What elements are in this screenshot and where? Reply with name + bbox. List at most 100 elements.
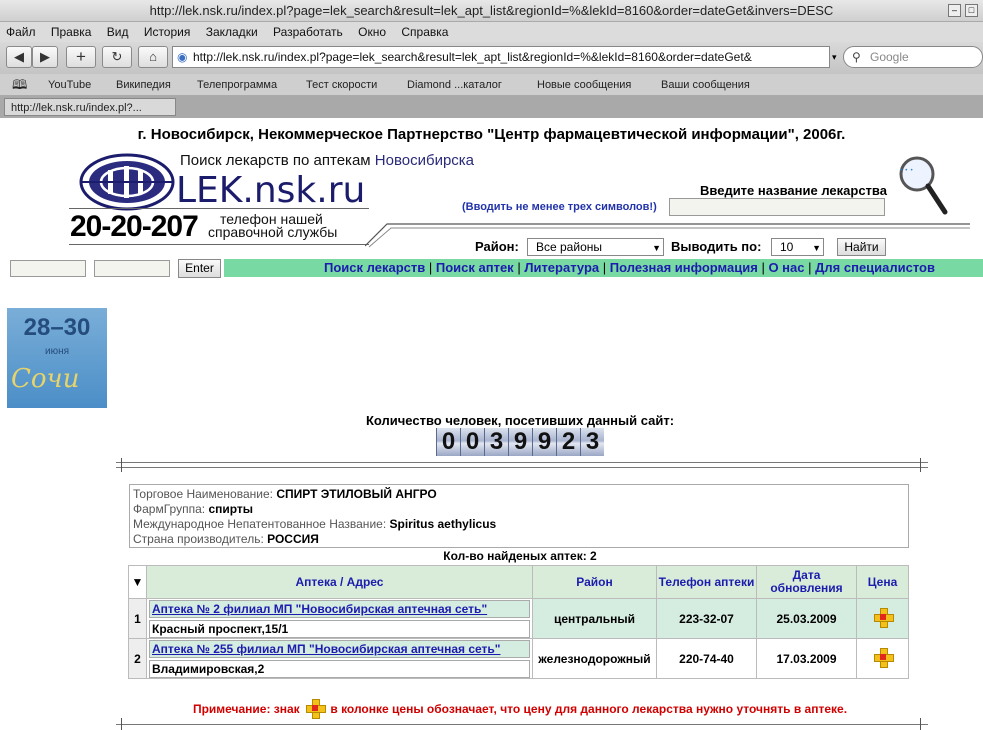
pharmacy-cell: Аптека № 2 филиал МП "Новосибирская апте…: [146, 598, 533, 639]
pharmacy-link[interactable]: Аптека № 255 филиал МП "Новосибирская ап…: [149, 639, 530, 658]
search-input[interactable]: ⚲ Google: [843, 46, 983, 68]
drug-label: Введите название лекарства: [700, 183, 887, 198]
back-button[interactable]: ◀: [6, 46, 32, 68]
drug-info-box: Торговое Наименование: СПИРТ ЭТИЛОВЫЙ АН…: [129, 484, 909, 548]
site-logo: [79, 153, 175, 211]
district-cell: центральный: [532, 598, 657, 639]
nav-separator: |: [428, 260, 433, 275]
menu-help[interactable]: Справка: [401, 25, 448, 39]
nav-about[interactable]: О нас: [768, 260, 804, 275]
reload-button[interactable]: ↻: [102, 46, 132, 68]
find-button[interactable]: Найти: [837, 238, 886, 256]
minimize-button[interactable]: –: [948, 4, 961, 17]
sort-toggle[interactable]: ▼: [128, 565, 147, 599]
nav-separator: |: [808, 260, 812, 275]
search-placeholder: Google: [870, 50, 909, 64]
price-note: Примечание: знак в колонке цены обознача…: [0, 699, 983, 719]
book-icon[interactable]: 🕮: [12, 74, 27, 96]
section-divider: [116, 462, 928, 463]
menu-develop[interactable]: Разработать: [273, 25, 343, 39]
visitor-counter-label: Количество человек, посетивших данный са…: [365, 413, 675, 428]
bookmarks-bar: 🕮 YouTube Википедия Телепрограмма Тест с…: [0, 74, 983, 96]
bookmark-your-messages[interactable]: Ваши сообщения: [661, 74, 750, 96]
sort-down-icon: ▼: [131, 574, 144, 589]
price-cross-icon[interactable]: [873, 648, 894, 668]
region-select[interactable]: Все районы ▼: [527, 238, 664, 256]
menu-history[interactable]: История: [144, 25, 191, 39]
plus-icon: +: [76, 47, 86, 66]
bookmark-speedtest[interactable]: Тест скорости: [306, 74, 377, 96]
per-page-select[interactable]: 10 ▼: [771, 238, 824, 256]
home-button[interactable]: ⌂: [138, 46, 168, 68]
price-cross-icon: [306, 699, 327, 719]
col-district[interactable]: Район: [532, 565, 657, 599]
price-cell: [856, 598, 909, 639]
pharm-group-row: ФармГруппа: спирты: [133, 502, 905, 517]
section-divider: [116, 724, 928, 725]
forward-arrow-icon: ▶: [40, 49, 50, 64]
found-count: Кол-во найденых аптек: 2: [443, 549, 597, 563]
bookmark-new-messages[interactable]: Новые сообщения: [537, 74, 631, 96]
trade-name-value: СПИРТ ЭТИЛОВЫЙ АНГРО: [276, 487, 437, 501]
price-cell: [856, 638, 909, 679]
password-input[interactable]: [94, 260, 170, 277]
zoom-button[interactable]: □: [965, 4, 978, 17]
country-value: РОССИЯ: [267, 532, 319, 546]
phone-cell: 220-74-40: [656, 638, 757, 679]
divider-tick: [920, 458, 921, 472]
event-banner[interactable]: 28–30 июня Сочи: [7, 308, 107, 408]
bookmark-wikipedia[interactable]: Википедия: [116, 74, 171, 96]
nav-useful-info[interactable]: Полезная информация: [610, 260, 758, 275]
bookmark-diamond[interactable]: Diamond ...каталог: [407, 74, 502, 96]
add-bookmark-button[interactable]: +: [66, 46, 96, 68]
trade-name-row: Торговое Наименование: СПИРТ ЭТИЛОВЫЙ АН…: [133, 487, 905, 502]
tab-current[interactable]: http://lek.nsk.ru/index.pl?...: [4, 98, 176, 116]
nav-specialists[interactable]: Для специалистов: [815, 260, 935, 275]
header-rule-left-top: [69, 208, 369, 209]
subtitle-city: Новосибирска: [374, 152, 475, 169]
divider-tick: [121, 458, 122, 472]
country-label: Страна производитель:: [133, 532, 264, 546]
nav-drug-search[interactable]: Поиск лекарств: [324, 260, 425, 275]
divider-tick: [121, 718, 122, 730]
menu-edit[interactable]: Правка: [51, 25, 92, 39]
login-input[interactable]: [10, 260, 86, 277]
pharmacy-address: Красный проспект,15/1: [149, 619, 530, 638]
price-cross-icon[interactable]: [873, 608, 894, 628]
col-price[interactable]: Цена: [856, 565, 909, 599]
url-dropdown-icon[interactable]: ▾: [832, 52, 837, 63]
enter-button[interactable]: Enter: [178, 259, 221, 278]
table-row: 2 Аптека № 255 филиал МП "Новосибирская …: [128, 638, 909, 679]
menu-view[interactable]: Вид: [107, 25, 129, 39]
window-title: http://lek.nsk.ru/index.pl?page=lek_sear…: [149, 3, 834, 18]
phone-label: телефон нашей справочной службы: [208, 212, 337, 239]
country-row: Страна производитель: РОССИЯ: [133, 532, 905, 547]
menu-bookmarks[interactable]: Закладки: [206, 25, 258, 39]
menu-file[interactable]: Файл: [6, 25, 36, 39]
col-pharmacy[interactable]: Аптека / Адрес: [146, 565, 533, 599]
nav-separator: |: [517, 260, 521, 275]
banner-dates: 28–30: [23, 314, 91, 341]
trade-name-label: Торговое Наименование:: [133, 487, 273, 501]
per-page-value: 10: [780, 240, 794, 254]
site-subtitle: Поиск лекарств по аптекам Новосибирска: [180, 152, 474, 169]
nav-literature[interactable]: Литература: [524, 260, 599, 275]
menu-window[interactable]: Окно: [358, 25, 386, 39]
phone-number: 20-20-207: [70, 210, 199, 243]
drug-name-input[interactable]: [669, 198, 885, 216]
note-prefix: Примечание: знак: [192, 702, 300, 716]
counter-digit: 3: [580, 428, 604, 456]
col-phone[interactable]: Телефон аптеки: [656, 565, 757, 599]
note-suffix: в колонке цены обозначает, что цену для …: [330, 702, 848, 716]
pharmacy-link[interactable]: Аптека № 2 филиал МП "Новосибирская апте…: [149, 599, 530, 618]
forward-button[interactable]: ▶: [32, 46, 58, 68]
header-rule-left-bottom: [69, 244, 369, 245]
subtitle-prefix: Поиск лекарств по аптекам: [180, 152, 371, 169]
address-bar[interactable]: ◉ http://lek.nsk.ru/index.pl?page=lek_se…: [172, 46, 830, 68]
row-number: 2: [128, 638, 147, 679]
nav-pharmacy-search[interactable]: Поиск аптек: [436, 260, 514, 275]
date-cell: 17.03.2009: [756, 638, 857, 679]
bookmark-tv[interactable]: Телепрограмма: [197, 74, 277, 96]
col-date[interactable]: Дата обновления: [756, 565, 857, 599]
bookmark-youtube[interactable]: YouTube: [48, 74, 91, 96]
